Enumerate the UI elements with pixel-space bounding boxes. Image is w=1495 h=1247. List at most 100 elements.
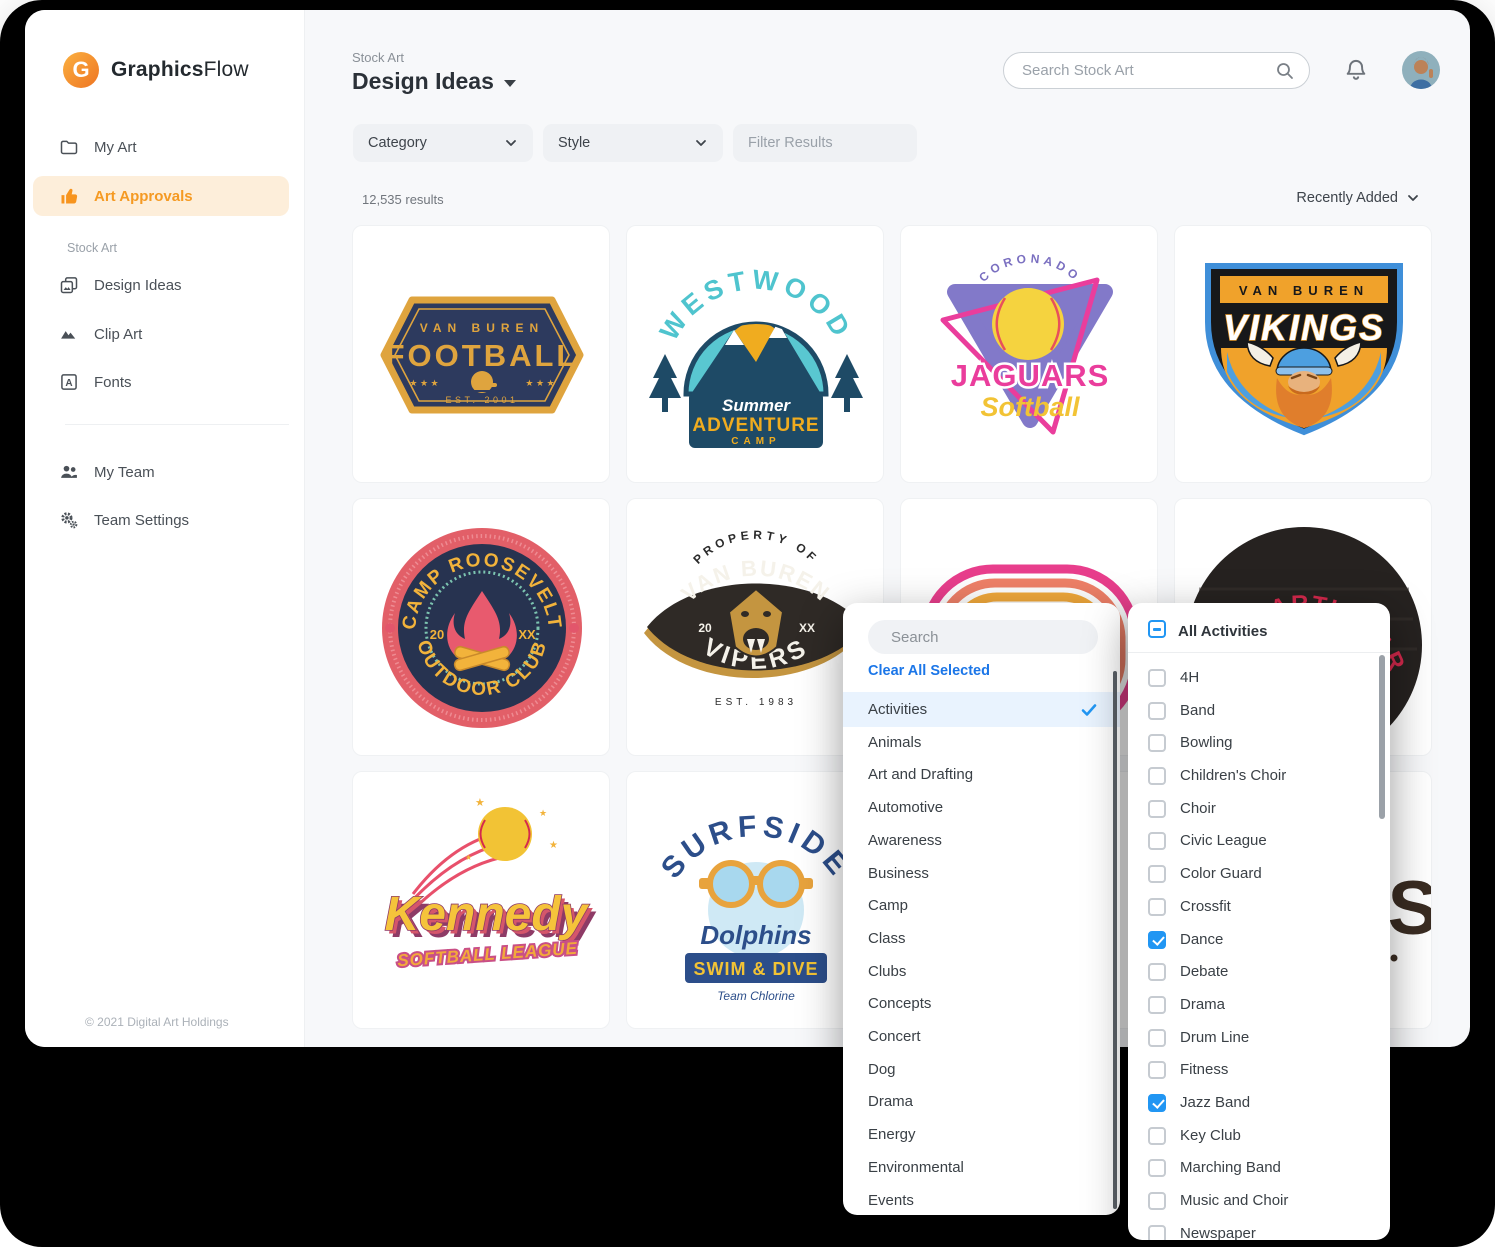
category-option[interactable]: Concert bbox=[843, 1020, 1120, 1053]
activity-option-dance[interactable]: Dance bbox=[1128, 923, 1390, 956]
category-option[interactable]: Events bbox=[843, 1184, 1120, 1215]
camp-roosevelt-badge-art: CAMP ROOSEVELT OUTDOOR CLUB 20 XX bbox=[353, 499, 610, 756]
activity-option[interactable]: Marching Band bbox=[1128, 1151, 1390, 1184]
checkbox[interactable] bbox=[1148, 996, 1166, 1014]
design-card-kennedy-softball[interactable]: ★ ★ ★ ★ Kennedy Kennedy Kennedy SOFTBALL… bbox=[352, 771, 610, 1029]
category-search-input[interactable] bbox=[889, 628, 1092, 647]
checkbox[interactable] bbox=[1148, 1094, 1166, 1112]
activity-option[interactable]: Fitness bbox=[1128, 1053, 1390, 1086]
activity-option[interactable]: Music and Choir bbox=[1128, 1184, 1390, 1217]
svg-text:EST. 1983: EST. 1983 bbox=[715, 697, 797, 708]
sidebar-item-fonts[interactable]: A Fonts bbox=[33, 362, 289, 402]
sidebar-item-team-settings[interactable]: Team Settings bbox=[33, 500, 289, 540]
search-input[interactable] bbox=[1020, 61, 1275, 80]
checkbox[interactable] bbox=[1148, 898, 1166, 916]
checkbox[interactable] bbox=[1148, 702, 1166, 720]
clear-all-selected-link[interactable]: Clear All Selected bbox=[868, 663, 990, 679]
sort-dropdown[interactable]: Recently Added bbox=[1255, 190, 1420, 206]
svg-text:★: ★ bbox=[475, 797, 485, 809]
category-option[interactable]: Drama bbox=[843, 1085, 1120, 1118]
checkbox[interactable] bbox=[1148, 800, 1166, 818]
westwood-camp-art: WESTWOOD bbox=[627, 226, 884, 483]
brand-logo[interactable]: G GraphicsFlow bbox=[63, 52, 249, 88]
activity-option[interactable]: Bowling bbox=[1128, 726, 1390, 759]
all-activities-label: All Activities bbox=[1178, 623, 1267, 640]
activity-option[interactable]: Drum Line bbox=[1128, 1021, 1390, 1054]
activity-option[interactable]: Children's Choir bbox=[1128, 759, 1390, 792]
image-stack-icon bbox=[59, 275, 79, 295]
checkbox[interactable] bbox=[1148, 1061, 1166, 1079]
sidebar-item-clip-art[interactable]: Clip Art bbox=[33, 314, 289, 354]
activity-option[interactable]: Crossfit bbox=[1128, 890, 1390, 923]
category-option[interactable]: Dog bbox=[843, 1053, 1120, 1086]
sidebar-item-art-approvals[interactable]: Art Approvals bbox=[33, 176, 289, 216]
category-option[interactable]: Art and Drafting bbox=[843, 758, 1120, 791]
svg-text:EST. 2001: EST. 2001 bbox=[445, 395, 518, 405]
sidebar-item-label: Clip Art bbox=[94, 326, 142, 343]
svg-text:Dolphins: Dolphins bbox=[700, 920, 811, 950]
activity-option[interactable]: Drama bbox=[1128, 988, 1390, 1021]
checkbox[interactable] bbox=[1148, 734, 1166, 752]
category-option[interactable]: Awareness bbox=[843, 824, 1120, 857]
sidebar-item-my-art[interactable]: My Art bbox=[33, 127, 289, 167]
category-option[interactable]: Business bbox=[843, 857, 1120, 890]
sidebar-item-my-team[interactable]: My Team bbox=[33, 452, 289, 492]
activity-option[interactable]: Civic League bbox=[1128, 824, 1390, 857]
checkbox[interactable] bbox=[1148, 669, 1166, 687]
activity-option[interactable]: 4H bbox=[1128, 661, 1390, 694]
activity-option[interactable]: Color Guard bbox=[1128, 857, 1390, 890]
activity-option[interactable]: Debate bbox=[1128, 955, 1390, 988]
chevron-down-icon bbox=[504, 136, 518, 150]
design-card-coronado-jaguars[interactable]: CORONADO JAGUARS Softball bbox=[900, 225, 1158, 483]
category-filter-label: Category bbox=[368, 135, 427, 151]
sidebar-item-design-ideas[interactable]: Design Ideas bbox=[33, 265, 289, 305]
checkbox[interactable] bbox=[1148, 1029, 1166, 1047]
category-option[interactable]: Class bbox=[843, 922, 1120, 955]
sidebar-divider bbox=[65, 424, 289, 425]
design-card-camp-roosevelt[interactable]: CAMP ROOSEVELT OUTDOOR CLUB 20 XX bbox=[352, 498, 610, 756]
checkbox[interactable] bbox=[1148, 1192, 1166, 1210]
sidebar-item-label: Team Settings bbox=[94, 512, 189, 529]
category-option[interactable]: Energy bbox=[843, 1118, 1120, 1151]
category-filter-dropdown[interactable]: Category bbox=[353, 124, 533, 162]
checkbox[interactable] bbox=[1148, 963, 1166, 981]
avatar-image bbox=[1402, 51, 1440, 89]
checkbox[interactable] bbox=[1148, 1127, 1166, 1145]
category-option[interactable]: Environmental bbox=[843, 1151, 1120, 1184]
activities-panel-scrollbar[interactable] bbox=[1379, 655, 1385, 819]
activity-option[interactable]: Newspaper bbox=[1128, 1217, 1390, 1240]
checkbox[interactable] bbox=[1148, 931, 1166, 949]
checkbox[interactable] bbox=[1148, 865, 1166, 883]
kennedy-retro-art: ★ ★ ★ ★ Kennedy Kennedy Kennedy SOFTBALL… bbox=[353, 772, 610, 1029]
category-panel-scrollbar[interactable] bbox=[1113, 671, 1117, 1209]
category-option[interactable]: Camp bbox=[843, 889, 1120, 922]
user-avatar[interactable] bbox=[1402, 51, 1440, 89]
activity-option[interactable]: Key Club bbox=[1128, 1119, 1390, 1152]
svg-text:VAN BUREN: VAN BUREN bbox=[420, 321, 544, 335]
category-option[interactable]: Animals bbox=[843, 726, 1120, 759]
page-title: Design Ideas bbox=[352, 68, 494, 95]
all-activities-checkbox[interactable] bbox=[1148, 620, 1166, 638]
category-option[interactable]: Clubs bbox=[843, 955, 1120, 988]
pine-tree-right bbox=[831, 354, 863, 412]
activity-option[interactable]: Choir bbox=[1128, 792, 1390, 825]
category-option[interactable]: Automotive bbox=[843, 791, 1120, 824]
activities-checklist-panel: All Activities 4H Band Bowling Children'… bbox=[1128, 603, 1390, 1240]
style-filter-dropdown[interactable]: Style bbox=[543, 124, 723, 162]
chevron-down-icon bbox=[1406, 191, 1420, 205]
page-title-dropdown[interactable]: Design Ideas bbox=[352, 68, 516, 95]
checkbox[interactable] bbox=[1148, 832, 1166, 850]
checkbox[interactable] bbox=[1148, 1159, 1166, 1177]
filter-results-input[interactable] bbox=[746, 134, 937, 152]
category-option[interactable]: Concepts bbox=[843, 987, 1120, 1020]
activity-option-jazz-band[interactable]: Jazz Band bbox=[1128, 1086, 1390, 1119]
notifications-bell-icon[interactable] bbox=[1343, 57, 1369, 83]
checkbox[interactable] bbox=[1148, 1225, 1166, 1241]
category-option-activities[interactable]: Activities bbox=[843, 692, 1120, 727]
checkbox[interactable] bbox=[1148, 767, 1166, 785]
design-card-van-buren-football[interactable]: VAN BUREN FOOTBALL ★ ★ ★ ★ ★ ★ EST. 2001 bbox=[352, 225, 610, 483]
design-card-van-buren-vikings[interactable]: VAN BUREN VIKINGS bbox=[1174, 225, 1432, 483]
activity-option[interactable]: Band bbox=[1128, 694, 1390, 727]
design-card-westwood-camp[interactable]: WESTWOOD bbox=[626, 225, 884, 483]
svg-text:SWIM & DIVE: SWIM & DIVE bbox=[693, 959, 818, 979]
